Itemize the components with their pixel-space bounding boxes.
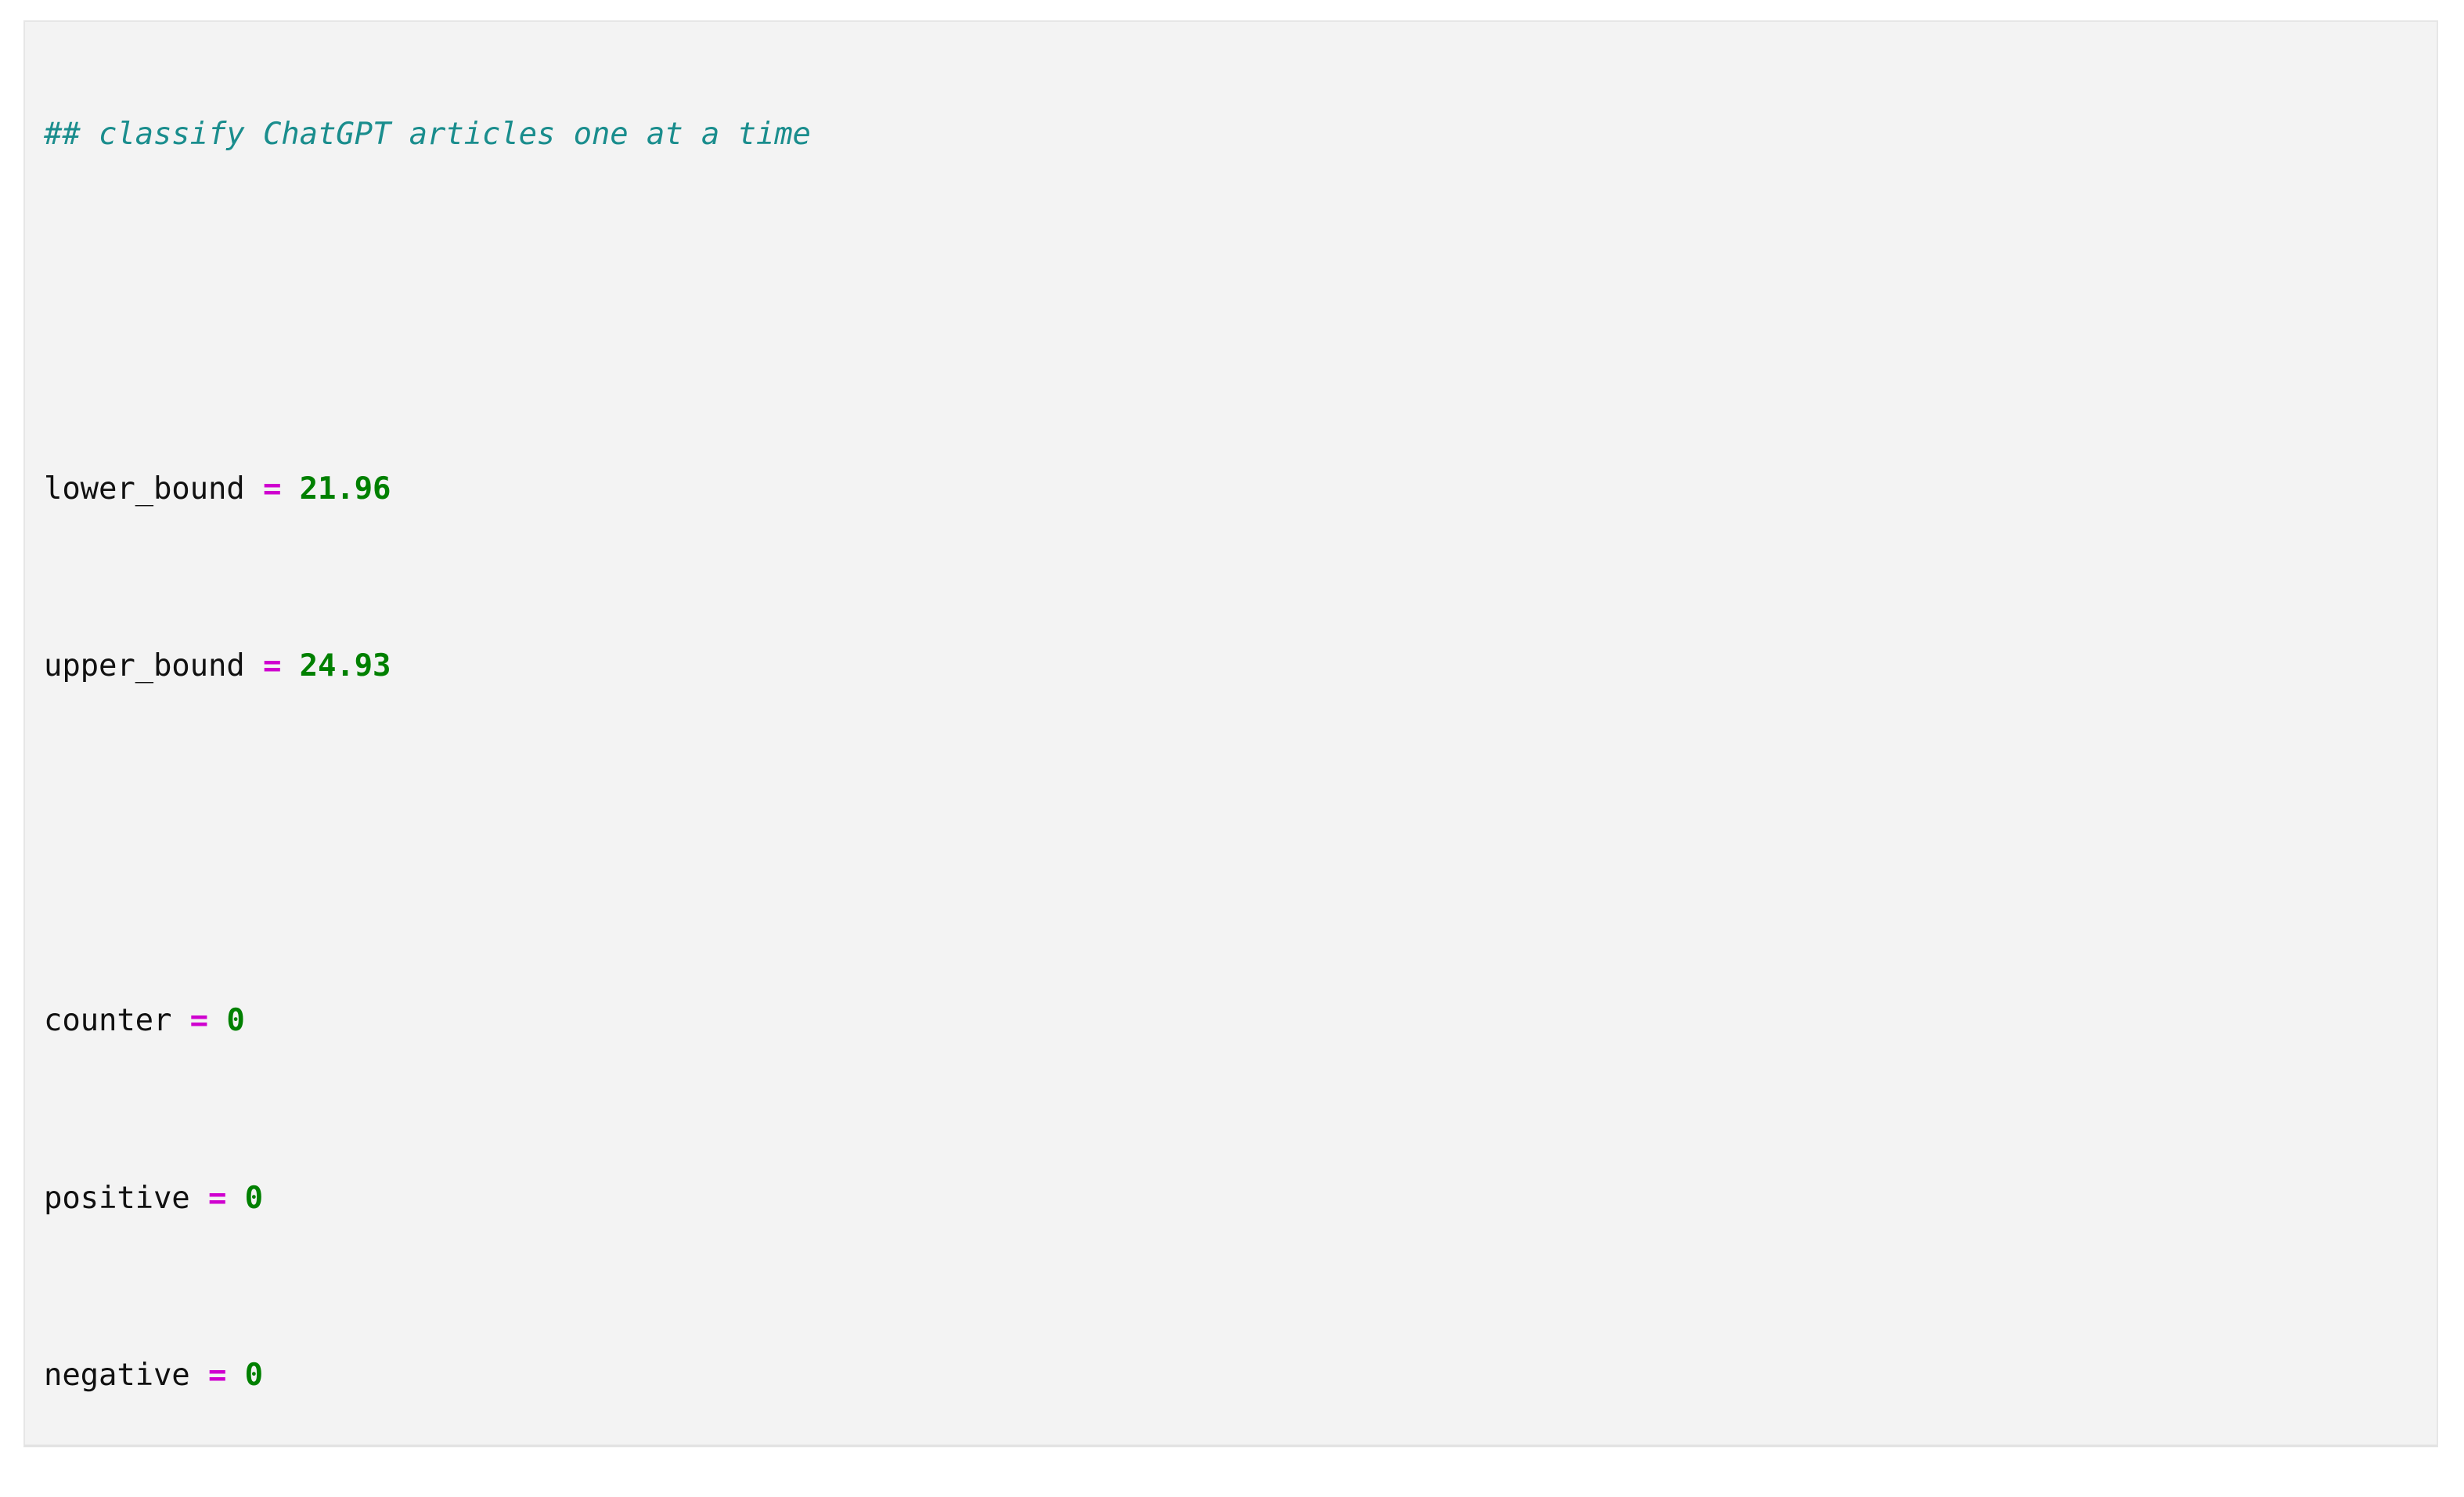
code-line-positive-init: positive = 0 xyxy=(44,1169,2418,1228)
operator-assign: = xyxy=(262,648,282,684)
code-line-comment: ## classify ChatGPT articles one at a ti… xyxy=(44,105,2418,164)
code-line-negative-init: negative = 0 xyxy=(44,1346,2418,1405)
identifier-positive: positive xyxy=(44,1180,190,1216)
operator-assign: = xyxy=(262,471,282,507)
identifier-upper-bound: upper_bound xyxy=(44,648,245,684)
python-source[interactable]: ## classify ChatGPT articles one at a ti… xyxy=(44,45,2418,1445)
operator-assign: = xyxy=(189,1003,208,1038)
operator-assign: = xyxy=(207,1358,227,1393)
code-line-upper-bound: upper_bound = 24.93 xyxy=(44,637,2418,696)
code-line-lower-bound: lower_bound = 21.96 xyxy=(44,460,2418,519)
identifier-lower-bound: lower_bound xyxy=(44,471,245,507)
operator-assign: = xyxy=(207,1180,227,1216)
identifier-negative: negative xyxy=(44,1358,190,1393)
code-editor-area[interactable]: ## classify ChatGPT articles one at a ti… xyxy=(25,22,2437,1445)
number-counter-init: 0 xyxy=(226,1003,245,1038)
code-line-blank-1 xyxy=(44,282,2418,341)
number-positive-init: 0 xyxy=(244,1180,264,1216)
code-line-blank-2 xyxy=(44,814,2418,874)
number-lower-bound: 21.96 xyxy=(299,471,391,507)
number-negative-init: 0 xyxy=(244,1358,264,1393)
number-upper-bound: 24.93 xyxy=(299,648,391,684)
code-line-counter-init: counter = 0 xyxy=(44,991,2418,1051)
comment-token: ## classify ChatGPT articles one at a ti… xyxy=(44,116,811,152)
identifier-counter: counter xyxy=(44,1003,172,1038)
jupyter-code-cell[interactable]: ## classify ChatGPT articles one at a ti… xyxy=(23,20,2438,1447)
